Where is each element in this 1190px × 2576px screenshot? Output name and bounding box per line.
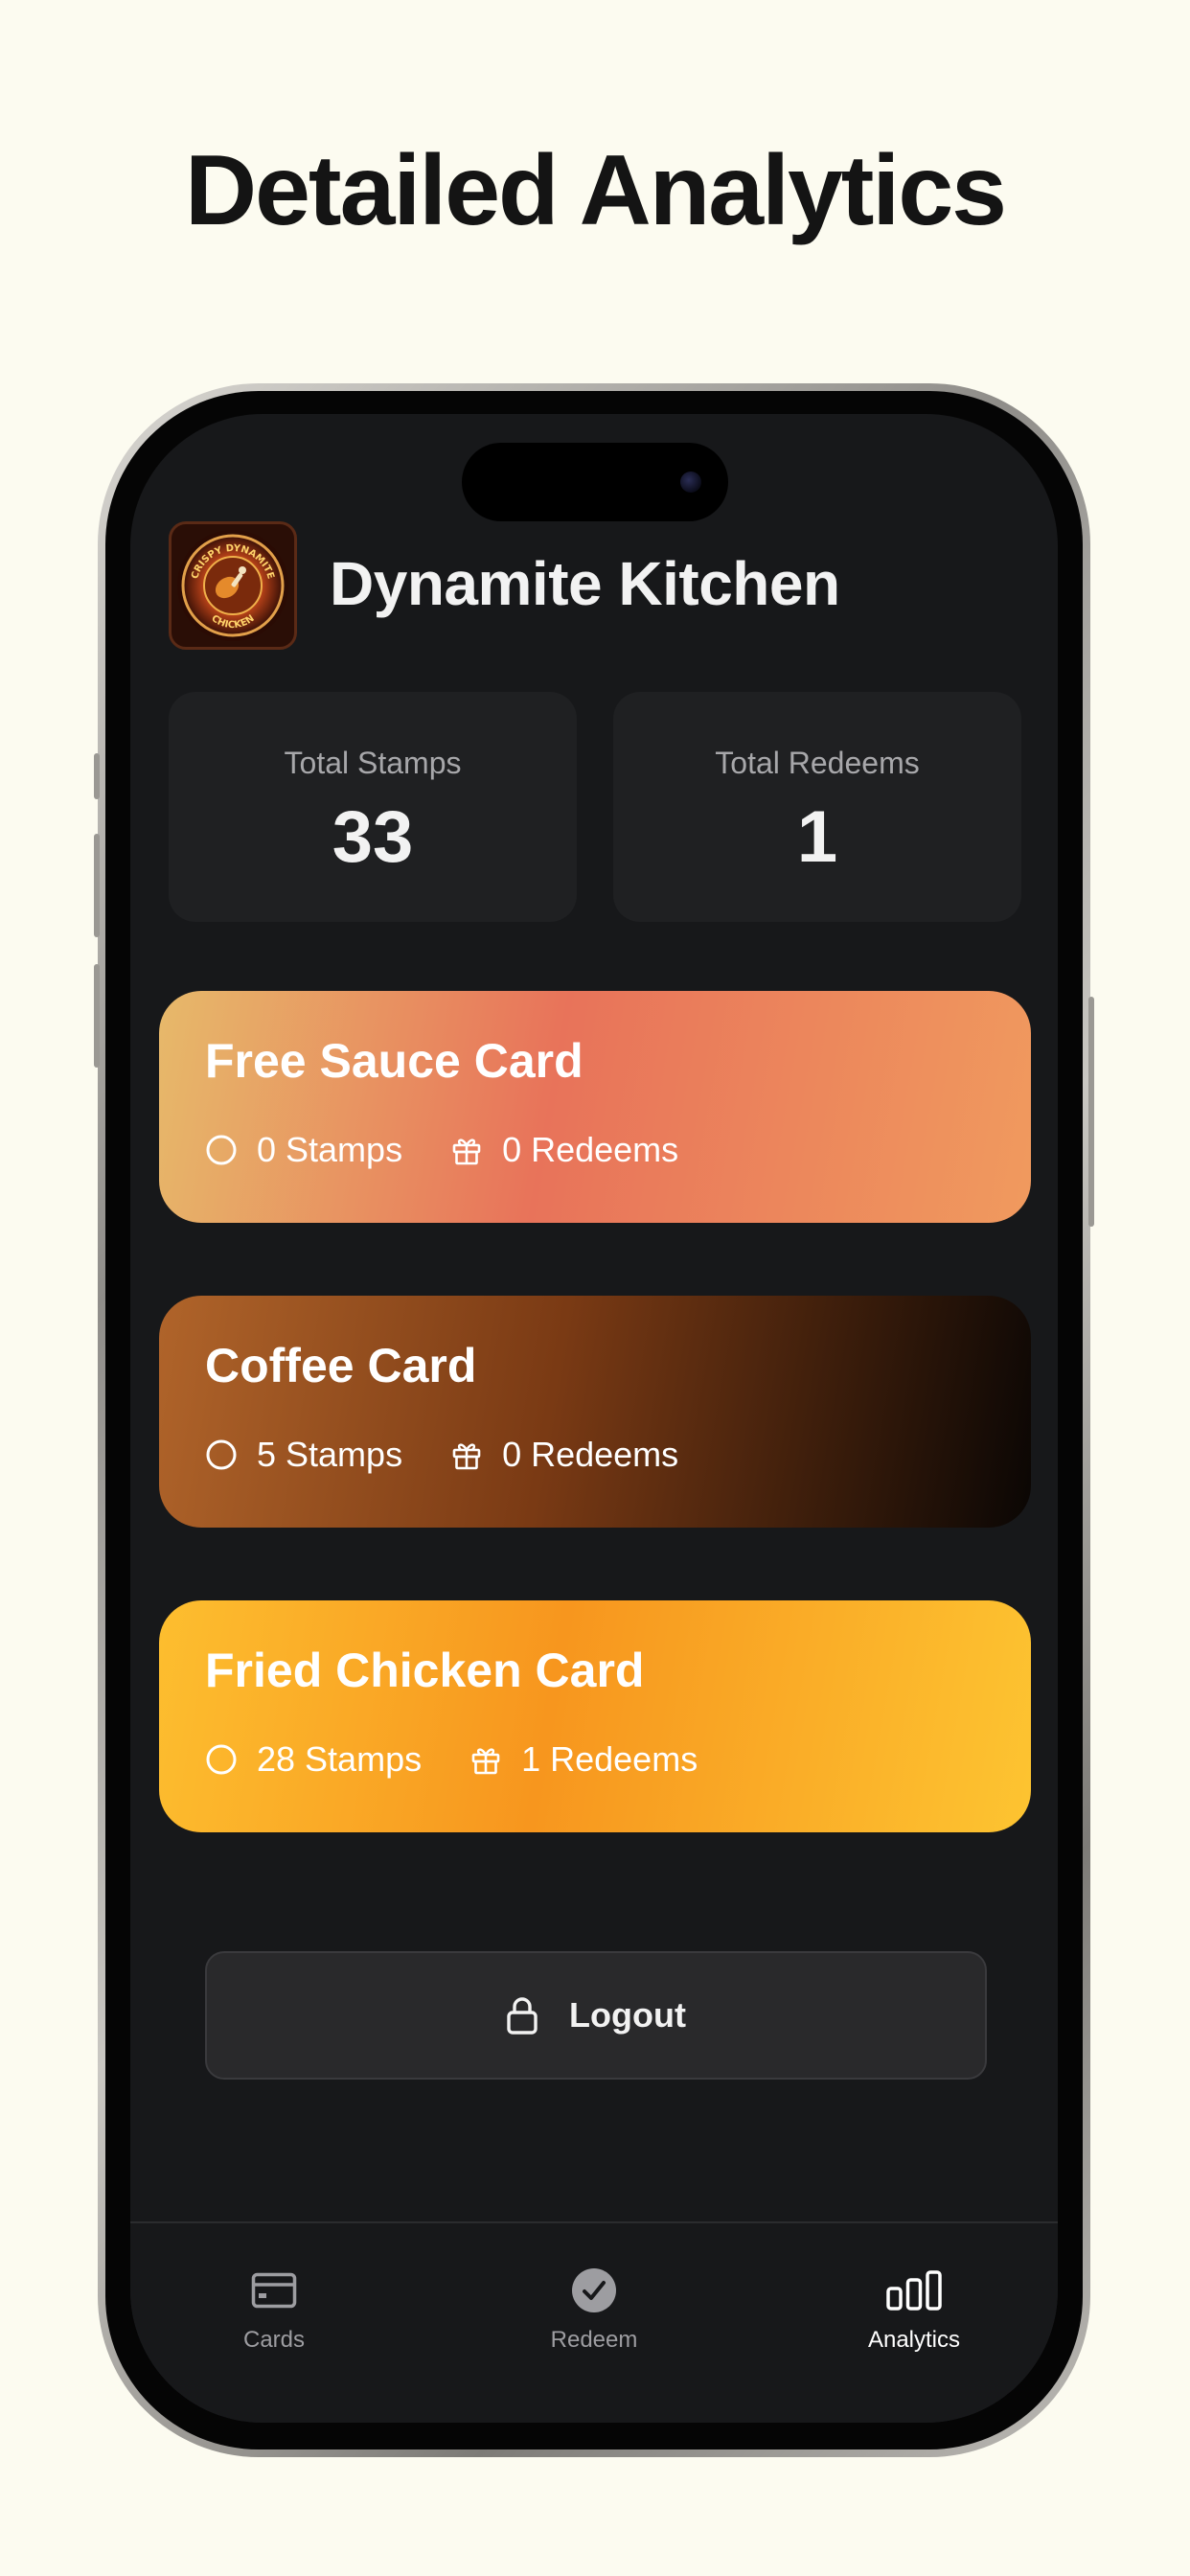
card-redeems-count: 1 Redeems xyxy=(521,1739,698,1779)
card-title: Coffee Card xyxy=(205,1339,477,1392)
phone-screen: CRISPY DYNAMITE CHICKEN Dynamite Kitchen… xyxy=(130,414,1058,2423)
stat-total-stamps: Total Stamps 33 xyxy=(169,692,577,922)
gift-icon xyxy=(452,1443,481,1470)
tab-analytics[interactable]: Analytics xyxy=(818,2262,1010,2354)
phone-side-button xyxy=(94,964,100,1068)
card-meta: 5 Stamps 0 Redeems xyxy=(205,1434,726,1476)
restaurant-name: Dynamite Kitchen xyxy=(330,549,840,618)
loyalty-card-free-sauce[interactable]: Free Sauce Card 0 Stamps 0 Redeems xyxy=(159,991,1031,1223)
card-redeems: 0 Redeems xyxy=(450,1435,678,1475)
stat-label: Total Stamps xyxy=(284,746,462,780)
logout-button[interactable]: Logout xyxy=(205,1951,987,2080)
tab-label: Cards xyxy=(242,2327,306,2353)
circle-icon xyxy=(206,1439,237,1470)
card-meta: 28 Stamps 1 Redeems xyxy=(205,1738,745,1781)
tab-label: Redeem xyxy=(550,2327,638,2353)
card-redeems: 1 Redeems xyxy=(469,1739,698,1780)
circle-icon xyxy=(206,1135,237,1165)
tab-cards[interactable]: Cards xyxy=(178,2262,370,2354)
phone-side-button xyxy=(94,753,100,799)
stat-label: Total Redeems xyxy=(715,746,920,780)
card-redeems: 0 Redeems xyxy=(450,1130,678,1170)
page-headline: Detailed Analytics xyxy=(184,135,1007,246)
card-title: Fried Chicken Card xyxy=(205,1644,645,1697)
card-meta: 0 Stamps 0 Redeems xyxy=(205,1129,726,1171)
camera-icon xyxy=(680,472,701,493)
phone-side-button xyxy=(94,834,100,937)
check-circle-icon xyxy=(572,2268,616,2312)
lock-icon xyxy=(507,1997,538,2035)
stat-value: 1 xyxy=(796,796,838,878)
dynamic-island xyxy=(462,443,728,521)
tab-label: Analytics xyxy=(867,2327,961,2353)
card-stamps-count: 0 Stamps xyxy=(257,1130,403,1169)
crispy-dynamite-chicken-logo-icon: CRISPY DYNAMITE CHICKEN xyxy=(177,530,288,641)
restaurant-logo: CRISPY DYNAMITE CHICKEN xyxy=(169,521,297,650)
loyalty-card-coffee[interactable]: Coffee Card 5 Stamps 0 Redeems xyxy=(159,1296,1031,1528)
card-stamps: 0 Stamps xyxy=(205,1130,402,1170)
phone-side-button xyxy=(1088,997,1094,1227)
card-icon xyxy=(251,2272,297,2309)
stat-total-redeems: Total Redeems 1 xyxy=(613,692,1021,922)
card-redeems-count: 0 Redeems xyxy=(502,1435,679,1474)
card-title: Free Sauce Card xyxy=(205,1034,584,1088)
tab-redeem[interactable]: Redeem xyxy=(498,2262,690,2354)
stat-value: 33 xyxy=(332,796,414,878)
card-redeems-count: 0 Redeems xyxy=(502,1130,679,1169)
card-stamps-count: 5 Stamps xyxy=(257,1435,403,1474)
circle-icon xyxy=(206,1744,237,1775)
gift-icon xyxy=(471,1748,500,1775)
card-stamps: 5 Stamps xyxy=(205,1435,402,1475)
gift-icon xyxy=(452,1138,481,1165)
bar-chart-icon xyxy=(886,2270,942,2311)
tab-bar: Cards Redeem Analytics xyxy=(130,2221,1058,2423)
loyalty-card-fried-chicken[interactable]: Fried Chicken Card 28 Stamps 1 Redeems xyxy=(159,1600,1031,1832)
card-stamps-count: 28 Stamps xyxy=(257,1739,423,1779)
logout-label: Logout xyxy=(569,1995,686,2035)
card-stamps: 28 Stamps xyxy=(205,1739,422,1780)
